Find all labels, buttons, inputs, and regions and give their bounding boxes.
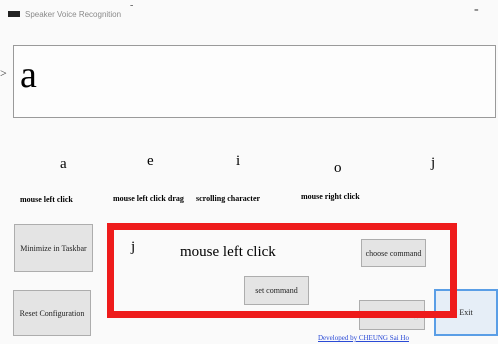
selected-letter: j <box>131 239 136 255</box>
minimize-button[interactable]: Minimize in Taskbar <box>14 224 93 272</box>
exit-button[interactable]: Exit <box>434 289 498 336</box>
command-action-i: scrolling character <box>196 194 261 203</box>
set-command-button[interactable]: set command <box>244 276 309 305</box>
developer-link[interactable]: Developed by CHEUNG Sai Ho <box>318 334 409 342</box>
command-letter-e: e <box>147 153 154 169</box>
command-letter-j: j <box>431 155 436 171</box>
choose-command-button[interactable]: choose command <box>361 239 426 267</box>
command-letter-a: a <box>60 156 67 172</box>
stray-mark-top: - <box>130 0 134 11</box>
recognized-letter: a <box>20 54 37 96</box>
command-action-a: mouse left click <box>20 195 73 204</box>
command-action-o: mouse right click <box>301 192 360 201</box>
reset-configuration-button[interactable]: Reset Configuration <box>13 290 91 336</box>
recognition-display: a <box>13 45 496 118</box>
command-letter-i: i <box>236 153 241 169</box>
stray-mark-top-right: - <box>474 2 479 17</box>
app-window: Speaker Voice Recognition - - > a a e i … <box>0 0 498 344</box>
title-bar: Speaker Voice Recognition <box>8 7 121 21</box>
confirm-setting-button[interactable]: Confirm Setting <box>359 300 425 330</box>
command-action-e: mouse left click drag <box>113 194 184 203</box>
command-letter-o: o <box>334 160 342 176</box>
window-title: Speaker Voice Recognition <box>25 9 122 19</box>
app-icon <box>8 11 20 17</box>
stray-mark-left: > <box>0 66 7 80</box>
selected-action: mouse left click <box>180 244 276 260</box>
